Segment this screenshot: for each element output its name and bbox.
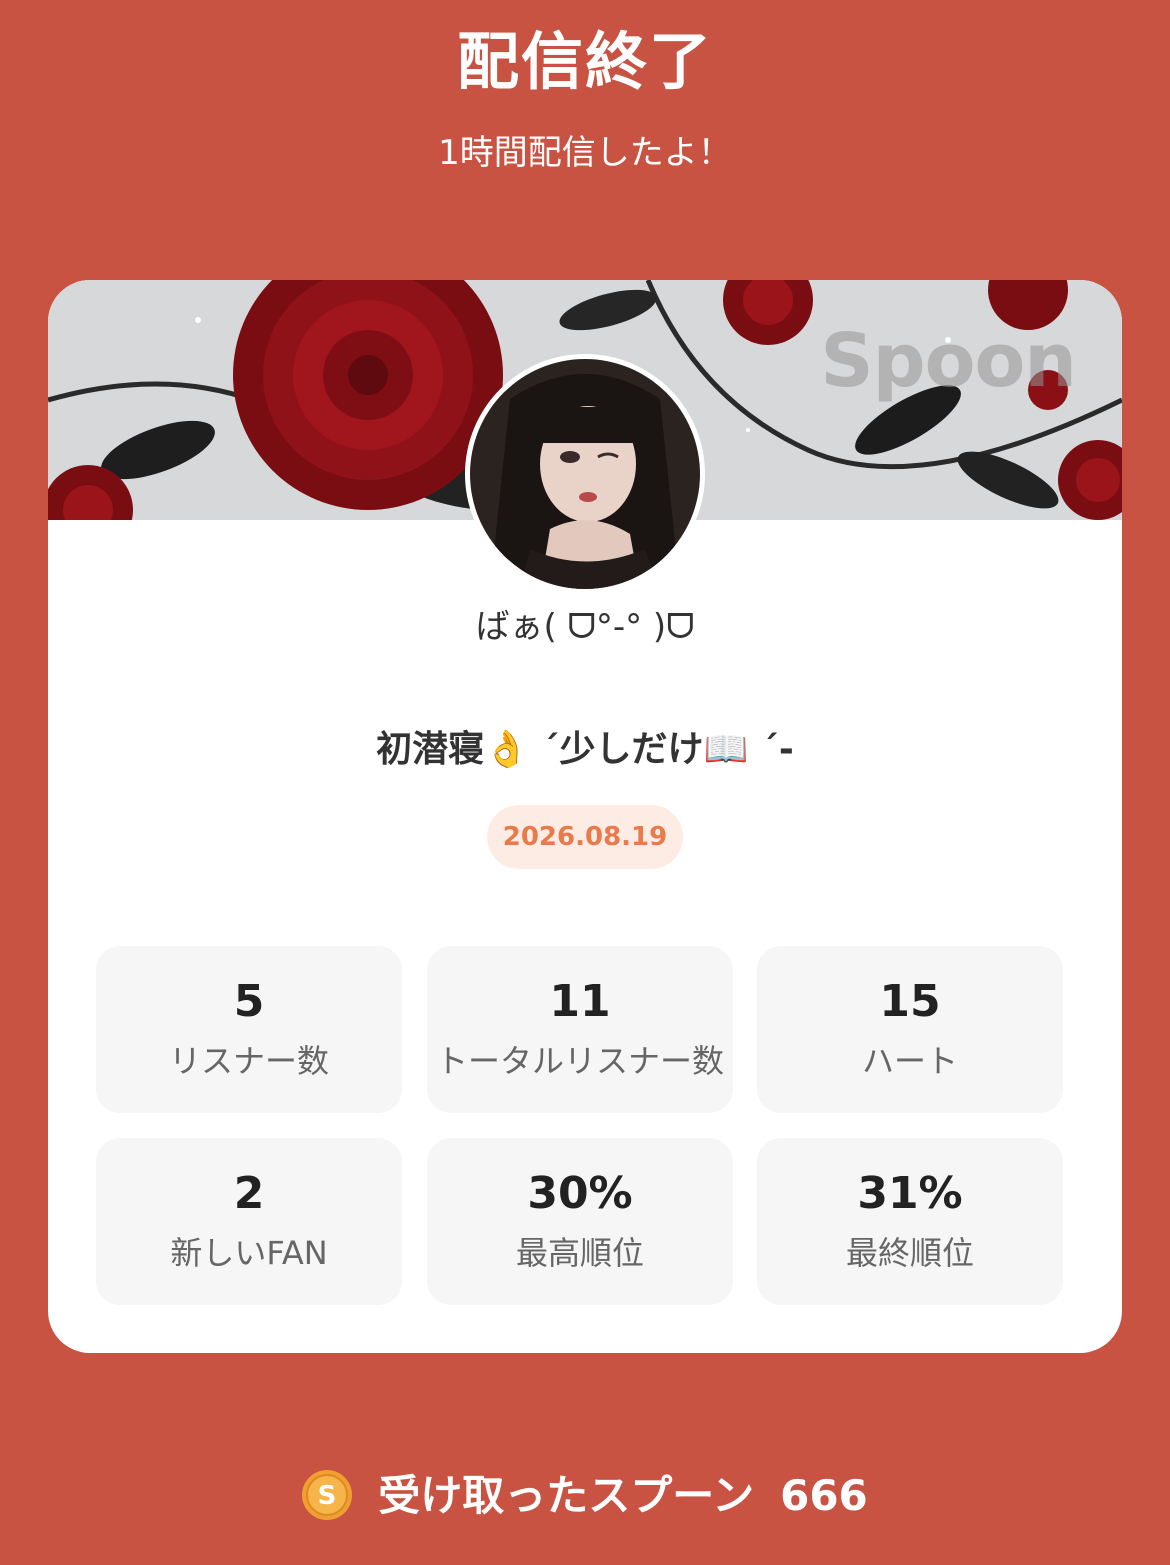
spoons-amount: 666 [780,1471,868,1520]
stat-label: 新しいFAN [170,1234,328,1272]
stat-label: 最終順位 [845,1234,974,1272]
stat-label: 最高順位 [515,1234,644,1272]
stat-value: 5 [233,976,265,1027]
stat-label: ハート [861,1042,958,1080]
spoons-label: 受け取ったスプーン [378,1471,755,1520]
stat-listeners: 5 リスナー数 [96,946,402,1113]
coin-letter: S [318,1481,337,1511]
stat-value: 31% [857,1168,963,1219]
date-badge: 2026.08.19 [487,805,683,869]
stat-final-rank: 31% 最終順位 [757,1138,1063,1305]
stat-new-fans: 2 新しいFAN [96,1138,402,1305]
received-spoons: S 受け取ったスプーン 666 [0,1469,1170,1522]
stat-peak-rank: 30% 最高順位 [427,1138,733,1305]
stat-total-listeners: 11 トータルリスナー数 [427,946,733,1113]
spoon-watermark: Spoon [820,318,1077,404]
stat-hearts: 15 ハート [757,946,1063,1113]
stat-value: 2 [233,1168,265,1219]
page-title: 配信終了 [456,25,713,98]
live-title: 初潜寝👌 ´少しだけ📖 ´- [376,729,794,770]
stat-value: 30% [527,1168,633,1219]
avatar[interactable] [465,354,705,594]
stat-label: リスナー数 [168,1042,329,1080]
stat-label: トータルリスナー数 [435,1042,724,1080]
summary-card: Spoon ばぁ( ᗜ°-° )ᗜ 初潜寝👌 ´少しだけ📖 ´- 2026.08… [48,280,1122,1353]
username: ばぁ( ᗜ°-° )ᗜ [475,607,695,647]
stat-value: 15 [879,976,941,1027]
spoon-coin-icon: S [302,1469,353,1520]
stat-value: 11 [549,976,611,1027]
duration-subtitle: 1時間配信したよ！ [438,133,732,173]
